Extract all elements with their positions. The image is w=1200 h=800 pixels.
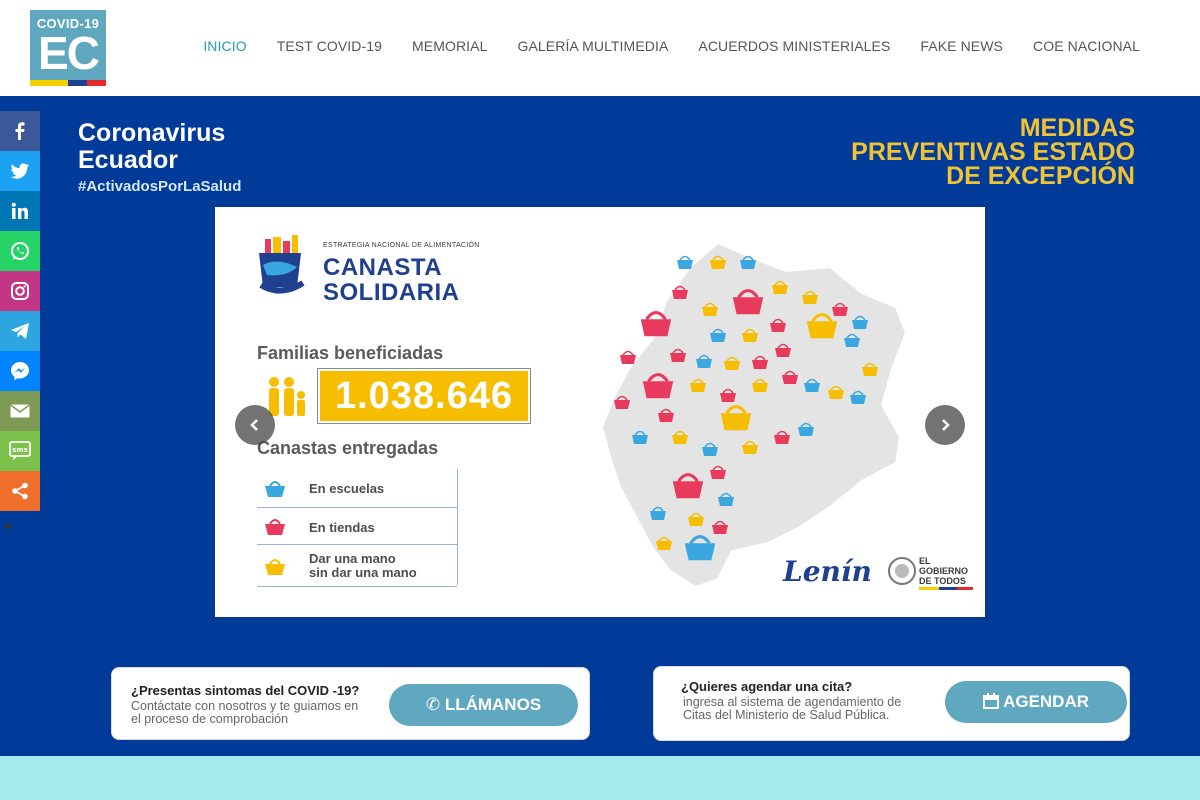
twitter-share-button[interactable] xyxy=(0,151,40,191)
facebook-icon xyxy=(15,122,25,140)
messenger-share-button[interactable] xyxy=(0,351,40,391)
gov-line2: GOBIERNO xyxy=(919,566,969,576)
medidas-line2: PREVENTIVAS ESTADO xyxy=(851,138,1135,166)
medidas-line1: MEDIDAS xyxy=(1019,114,1135,142)
carousel-prev-button[interactable] xyxy=(235,405,275,445)
telegram-icon xyxy=(11,323,29,339)
sms-icon: sms xyxy=(9,441,31,460)
schedule-cta-question: ¿Quieres agendar una cita? xyxy=(681,679,853,694)
families-count: 1.038.646 xyxy=(334,375,514,417)
legend-label-escuelas: En escuelas xyxy=(309,481,385,496)
nav-fake-news[interactable]: FAKE NEWS xyxy=(920,38,1003,54)
logo-main-text: EC xyxy=(38,27,100,79)
legend-label-dar-line1: Dar una mano xyxy=(309,551,396,566)
lenin-signature: Lenín xyxy=(783,555,872,588)
linkedin-share-button[interactable] xyxy=(0,191,40,231)
baskets-label: Canastas entregadas xyxy=(257,438,439,458)
logo-flag-stripe xyxy=(30,80,106,86)
carousel-slide[interactable]: ESTRATEGIA NACIONAL DE ALIMENTACIÓN CANA… xyxy=(215,207,985,617)
map-basket-icon xyxy=(620,350,636,364)
brand-subtitle: ESTRATEGIA NACIONAL DE ALIMENTACIÓN xyxy=(323,242,480,249)
whatsapp-share-button[interactable] xyxy=(0,231,40,271)
footer-band xyxy=(0,756,1200,800)
main-nav: INICIO TEST COVID-19 MEMORIAL GALERÍA MU… xyxy=(203,38,1140,54)
call-cta-question: ¿Presentas sintomas del COVID -19? xyxy=(131,683,360,698)
hero-hashtag: #ActivadosPorLaSalud xyxy=(78,178,242,195)
call-cta-subtitle-line2: el proceso de comprobación xyxy=(131,712,289,726)
schedule-button-label: AGENDAR xyxy=(1003,692,1090,711)
legend-label-dar-una-mano: Dar una mano sin dar una mano xyxy=(309,552,417,580)
hero-section: Coronavirus Ecuador #ActivadosPorLaSalud… xyxy=(0,96,1200,756)
schedule-button[interactable]: AGENDAR xyxy=(945,681,1127,723)
sms-share-button[interactable]: sms xyxy=(0,431,40,471)
email-icon xyxy=(10,404,30,418)
instagram-icon xyxy=(11,282,29,300)
canasta-solidaria-logo-icon xyxy=(259,235,305,294)
families-label: Familias beneficiadas xyxy=(257,343,444,363)
more-share-button[interactable] xyxy=(0,471,40,511)
brand-title-line2: SOLIDARIA xyxy=(323,279,460,306)
linkedin-icon xyxy=(11,202,28,219)
legend-row-tiendas: En tiendas xyxy=(257,508,457,545)
twitter-icon xyxy=(10,163,30,179)
covid19-ec-logo[interactable]: COVID-19 EC xyxy=(30,10,106,86)
site-header: COVID-19 EC INICIO TEST COVID-19 MEMORIA… xyxy=(0,0,1200,96)
legend-row-escuelas: En escuelas xyxy=(257,469,457,508)
legend-divider xyxy=(457,469,458,585)
call-button[interactable]: ✆ LLÁMANOS xyxy=(389,684,578,726)
telegram-share-button[interactable] xyxy=(0,311,40,351)
legend-label-tiendas: En tiendas xyxy=(309,520,375,535)
basket-blue-icon xyxy=(265,481,285,497)
hide-arrow-icon xyxy=(4,522,13,530)
medidas-line3: DE EXCEPCIÓN xyxy=(946,162,1135,190)
phone-icon: ✆ xyxy=(425,695,441,714)
svg-text:sms: sms xyxy=(12,446,28,454)
nav-coe-nacional[interactable]: COE NACIONAL xyxy=(1033,38,1140,54)
legend-label-dar-line2: sin dar una mano xyxy=(309,565,417,580)
chevron-left-icon xyxy=(250,419,258,431)
hero-title-line1: Coronavirus xyxy=(78,119,226,147)
basket-yellow-icon xyxy=(265,559,285,575)
gov-line1: EL xyxy=(919,556,931,566)
facebook-share-button[interactable] xyxy=(0,111,40,151)
gobierno-de-todos-text: EL GOBIERNO DE TODOS xyxy=(919,556,968,586)
nav-galeria-multimedia[interactable]: GALERÍA MULTIMEDIA xyxy=(517,38,668,54)
social-share-bar: sms xyxy=(0,111,40,511)
family-icon xyxy=(269,377,305,416)
nav-memorial[interactable]: MEMORIAL xyxy=(412,38,487,54)
whatsapp-icon xyxy=(11,242,29,260)
schedule-cta-subtitle-line2: Citas del Ministerio de Salud Pública. xyxy=(683,708,890,722)
chevron-right-icon xyxy=(942,419,950,431)
medidas-preventivas-heading[interactable]: MEDIDAS PREVENTIVAS ESTADO DE EXCEPCIÓN xyxy=(715,114,1135,190)
brand-title-line1: CANASTA xyxy=(323,254,443,281)
schedule-cta-subtitle: ingresa al sistema de agendamiento de Ci… xyxy=(683,696,901,722)
hero-title: Coronavirus Ecuador xyxy=(78,120,225,174)
call-cta-card: ¿Presentas sintomas del COVID -19? Contá… xyxy=(111,667,590,740)
map-basket-icon xyxy=(677,255,693,269)
share-icon xyxy=(12,482,28,500)
instagram-share-button[interactable] xyxy=(0,271,40,311)
schedule-cta-card: ¿Quieres agendar una cita? ingresa al si… xyxy=(653,666,1130,741)
nav-test-covid[interactable]: TEST COVID-19 xyxy=(277,38,382,54)
calendar-icon xyxy=(982,693,999,709)
call-cta-subtitle: Contáctate con nosotros y te guiamos en … xyxy=(131,700,358,726)
hero-title-line2: Ecuador xyxy=(78,146,179,174)
hide-share-bar-button[interactable] xyxy=(2,520,14,536)
legend-row-dar-una-mano: Dar una mano sin dar una mano xyxy=(257,545,457,587)
ecuador-map-illustration xyxy=(600,241,908,587)
messenger-icon xyxy=(11,362,29,380)
call-button-label: LLÁMANOS xyxy=(444,695,542,714)
nav-inicio[interactable]: INICIO xyxy=(203,38,246,54)
nav-acuerdos-ministeriales[interactable]: ACUERDOS MINISTERIALES xyxy=(698,38,890,54)
carousel-next-button[interactable] xyxy=(925,405,965,445)
email-share-button[interactable] xyxy=(0,391,40,431)
basket-red-icon xyxy=(265,519,285,535)
brand-title: CANASTA SOLIDARIA xyxy=(323,255,460,305)
gov-line3: DE TODOS xyxy=(919,576,966,586)
